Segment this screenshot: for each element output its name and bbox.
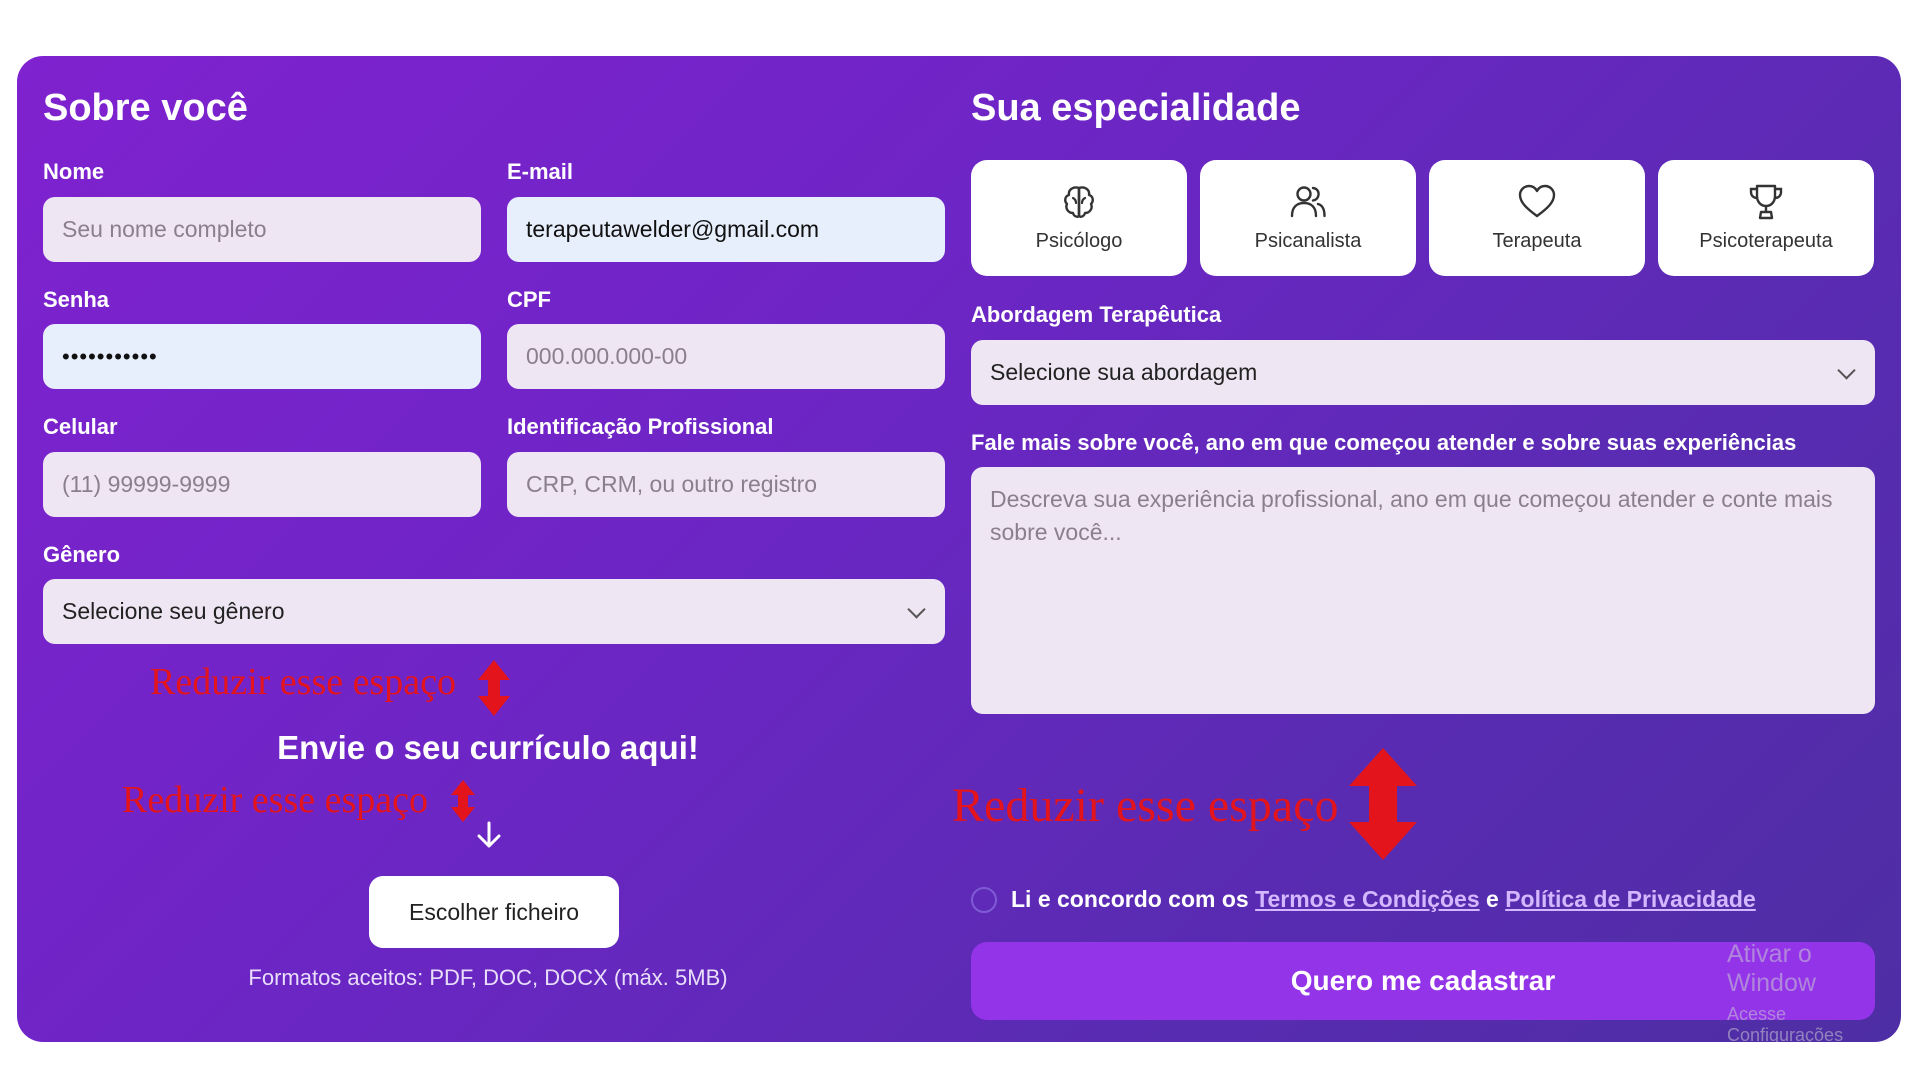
- double-arrow-icon: [1349, 748, 1417, 860]
- chevron-down-icon: [1837, 360, 1856, 380]
- heart-icon: [1518, 184, 1556, 218]
- terms-prefix: Li e concordo com os: [1011, 886, 1249, 912]
- annotation-reduce-space-3: Reduzir esse espaço: [952, 779, 1339, 832]
- email-input[interactable]: terapeutawelder@gmail.com: [507, 197, 945, 262]
- watermark-line2: Acesse Configurações: [1727, 1004, 1844, 1042]
- trophy-icon: [1749, 184, 1783, 220]
- sobre-label: Fale mais sobre você, ano em que começou…: [971, 430, 1797, 455]
- cpf-input[interactable]: 000.000.000-00: [507, 324, 945, 389]
- specialty-label: Psicólogo: [1035, 230, 1123, 252]
- identificacao-placeholder: CRP, CRM, ou outro registro: [526, 471, 818, 497]
- identificacao-input[interactable]: CRP, CRM, ou outro registro: [507, 452, 945, 517]
- senha-label: Senha: [43, 287, 110, 312]
- terms-link[interactable]: Termos e Condições: [1255, 886, 1480, 913]
- genero-selected: Selecione seu gênero: [62, 598, 285, 624]
- genero-select[interactable]: Selecione seu gênero: [43, 579, 945, 644]
- terms-middle: e: [1486, 886, 1499, 912]
- specialty-option-psicoterapeuta[interactable]: Psicoterapeuta: [1658, 160, 1874, 276]
- abordagem-select[interactable]: Selecione sua abordagem: [971, 340, 1875, 405]
- celular-label: Celular: [43, 414, 118, 439]
- sobre-textarea[interactable]: Descreva sua experiência profissional, a…: [971, 467, 1875, 714]
- terms-agreement: Li e concordo com os Termos e Condições …: [971, 886, 1756, 913]
- specialty-option-psicanalista[interactable]: Psicanalista: [1200, 160, 1416, 276]
- celular-input[interactable]: (11) 99999-9999: [43, 452, 481, 517]
- file-formats-note: Formatos aceitos: PDF, DOC, DOCX (máx. 5…: [248, 965, 728, 990]
- sobre-placeholder: Descreva sua experiência profissional, a…: [990, 486, 1833, 545]
- nome-input[interactable]: Seu nome completo: [43, 197, 481, 262]
- cpf-placeholder: 000.000.000-00: [526, 343, 688, 369]
- upload-title: Envie o seu currículo aqui!: [277, 729, 699, 766]
- arrow-down-icon: [477, 821, 501, 848]
- about-title: Sobre você: [43, 87, 248, 129]
- nome-placeholder: Seu nome completo: [62, 216, 267, 242]
- privacy-link[interactable]: Política de Privacidade: [1505, 886, 1756, 913]
- annotation-reduce-space-2: Reduzir esse espaço: [122, 779, 428, 821]
- celular-placeholder: (11) 99999-9999: [62, 471, 231, 497]
- abordagem-label: Abordagem Terapêutica: [971, 302, 1222, 327]
- genero-label: Gênero: [43, 542, 121, 567]
- chevron-down-icon: [907, 599, 926, 619]
- windows-activation-watermark: Ativar o Window Acesse Configurações: [1727, 940, 1901, 1042]
- specialty-label: Psicoterapeuta: [1699, 230, 1833, 252]
- annotation-reduce-space-1: Reduzir esse espaço: [150, 661, 456, 703]
- identificacao-label: Identificação Profissional: [507, 414, 774, 439]
- watermark-line1: Ativar o Window: [1727, 940, 1816, 997]
- specialty-label: Psicanalista: [1254, 230, 1362, 252]
- terms-radio[interactable]: [971, 886, 997, 913]
- specialty-title: Sua especialidade: [971, 87, 1301, 129]
- abordagem-selected: Selecione sua abordagem: [990, 359, 1258, 385]
- specialty-label: Terapeuta: [1492, 230, 1582, 252]
- choose-file-button[interactable]: Escolher ficheiro: [369, 876, 619, 948]
- users-icon: [1290, 186, 1326, 218]
- double-arrow-icon: [478, 660, 510, 716]
- senha-value: •••••••••••: [62, 343, 158, 369]
- brain-icon: [1064, 186, 1094, 218]
- cpf-label: CPF: [507, 287, 551, 312]
- email-label: E-mail: [507, 159, 574, 184]
- specialty-option-terapeuta[interactable]: Terapeuta: [1429, 160, 1645, 276]
- email-value: terapeutawelder@gmail.com: [526, 216, 820, 242]
- registration-card: Sobre você Nome Seu nome completo E-mail…: [17, 56, 1901, 1042]
- specialty-option-psicologo[interactable]: Psicólogo: [971, 160, 1187, 276]
- nome-label: Nome: [43, 159, 105, 184]
- senha-input[interactable]: •••••••••••: [43, 324, 481, 389]
- double-arrow-icon: [451, 780, 475, 822]
